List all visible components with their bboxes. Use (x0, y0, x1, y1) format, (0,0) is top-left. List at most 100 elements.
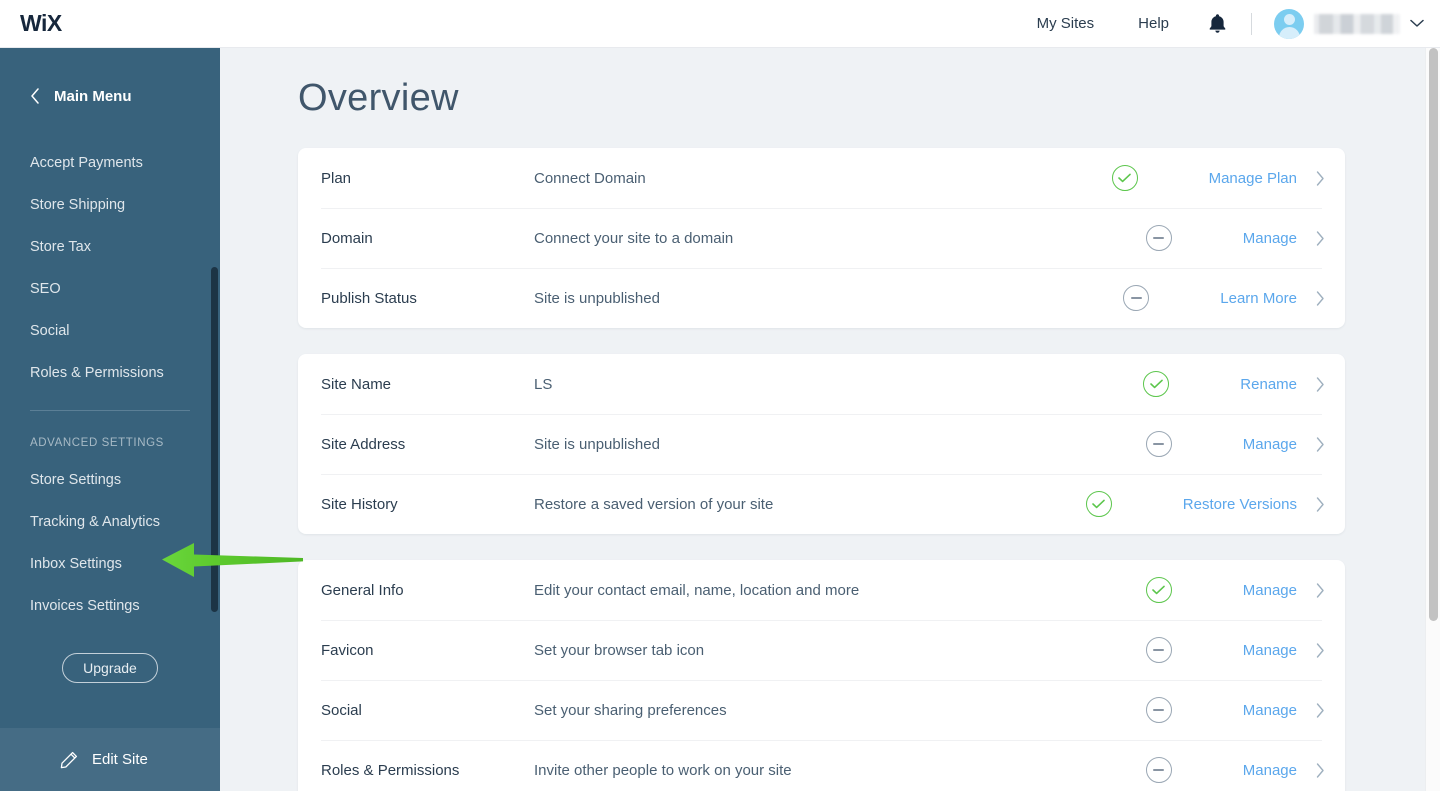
table-row[interactable]: Social Set your sharing preferences Mana… (298, 680, 1345, 740)
upgrade-button[interactable]: Upgrade (62, 653, 158, 683)
restore-versions-link[interactable]: Restore Versions (1183, 496, 1297, 513)
upgrade-button-wrap: Upgrade (0, 653, 220, 683)
edit-site-button[interactable]: Edit Site (0, 728, 220, 791)
status-complete-icon (1111, 165, 1138, 191)
wix-logo[interactable]: WiX (20, 10, 62, 37)
status-complete-icon (1145, 577, 1172, 603)
status-complete-icon (1143, 371, 1170, 397)
row-value: Site is unpublished (534, 289, 660, 307)
status-pending-icon (1145, 431, 1172, 457)
row-value: Set your browser tab icon (534, 641, 705, 659)
table-row[interactable]: Site Address Site is unpublished Manage (298, 414, 1345, 474)
sidebar-item-social[interactable]: Social (0, 310, 220, 352)
learn-more-link[interactable]: Learn More (1220, 290, 1297, 307)
top-bar: WiX My Sites Help (0, 0, 1440, 48)
status-pending-icon (1123, 285, 1150, 311)
row-status (1120, 371, 1240, 397)
row-action[interactable]: Rename (1240, 376, 1345, 393)
row-action[interactable]: Manage Plan (1209, 170, 1345, 187)
sidebar-back-label: Main Menu (54, 87, 132, 105)
table-row[interactable]: General Info Edit your contact email, na… (298, 560, 1345, 620)
sidebar-section-advanced-settings: ADVANCED SETTINGS (30, 437, 164, 449)
table-row[interactable]: Site Name LS Rename (298, 354, 1345, 414)
row-action[interactable]: Manage (1243, 582, 1345, 599)
chevron-right-icon (1316, 582, 1325, 598)
row-value: Restore a saved version of your site (534, 495, 774, 513)
row-label: Site History (321, 495, 398, 513)
sidebar-advanced-nav-list: Store Settings Tracking & Analytics Inbo… (0, 459, 220, 627)
avatar-head (1283, 13, 1295, 25)
manage-plan-link[interactable]: Manage Plan (1209, 170, 1297, 187)
sidebar-item-store-settings[interactable]: Store Settings (0, 459, 220, 501)
sidebar-item-accept-payments[interactable]: Accept Payments (0, 142, 220, 184)
dash-glyph (1153, 237, 1165, 239)
table-row[interactable]: Favicon Set your browser tab icon Manage (298, 620, 1345, 680)
bell-icon[interactable] (1205, 12, 1229, 36)
row-status (1063, 491, 1183, 517)
row-value: LS (534, 375, 553, 393)
manage-link[interactable]: Manage (1243, 702, 1297, 719)
row-action[interactable]: Manage (1243, 702, 1345, 719)
sidebar-item-roles-permissions[interactable]: Roles & Permissions (0, 352, 220, 394)
row-value: Connect your site to a domain (534, 229, 734, 247)
row-action[interactable]: Manage (1243, 230, 1345, 247)
status-pending-icon (1145, 757, 1172, 783)
dash-glyph (1130, 297, 1142, 299)
avatar-body (1278, 26, 1300, 39)
sidebar-back-to-main-menu[interactable]: Main Menu (0, 74, 220, 118)
rename-link[interactable]: Rename (1240, 376, 1297, 393)
table-row[interactable]: Domain Connect your site to a domain Man… (298, 208, 1345, 268)
main-content: Overview Plan Connect Domain Manage Plan (220, 48, 1440, 791)
row-status (1123, 757, 1243, 783)
row-label: Plan (321, 169, 352, 187)
manage-link[interactable]: Manage (1243, 436, 1297, 453)
status-pending-icon (1145, 225, 1172, 251)
top-bar-divider (1251, 12, 1252, 35)
status-complete-icon (1085, 491, 1112, 517)
row-value: Site is unpublished (534, 435, 660, 453)
manage-link[interactable]: Manage (1243, 762, 1297, 779)
table-row[interactable]: Publish Status Site is unpublished Learn… (298, 268, 1345, 328)
row-action[interactable]: Manage (1243, 762, 1345, 779)
dash-glyph (1153, 709, 1165, 711)
avatar[interactable] (1274, 8, 1304, 39)
row-status (1123, 577, 1243, 603)
table-row[interactable]: Site History Restore a saved version of … (298, 474, 1345, 534)
manage-link[interactable]: Manage (1243, 230, 1297, 247)
table-row[interactable]: Roles & Permissions Invite other people … (298, 740, 1345, 791)
sidebar-item-inbox-settings[interactable]: Inbox Settings (0, 543, 220, 585)
chevron-down-icon[interactable] (1410, 19, 1424, 28)
manage-link[interactable]: Manage (1243, 642, 1297, 659)
row-status (1100, 285, 1220, 311)
sidebar-item-invoices-settings[interactable]: Invoices Settings (0, 585, 220, 627)
status-pending-icon (1145, 697, 1172, 723)
row-status (1123, 225, 1243, 251)
row-action[interactable]: Restore Versions (1183, 496, 1345, 513)
sidebar-item-seo[interactable]: SEO (0, 268, 220, 310)
page-title: Overview (298, 77, 459, 119)
table-row[interactable]: Plan Connect Domain Manage Plan (298, 148, 1345, 208)
row-value: Set your sharing preferences (534, 701, 727, 719)
dash-glyph (1153, 649, 1165, 651)
sidebar-nav-list: Accept Payments Store Shipping Store Tax… (0, 142, 220, 394)
row-label: Social (321, 701, 362, 719)
row-action[interactable]: Learn More (1220, 290, 1345, 307)
page-scrollbar-track[interactable] (1425, 48, 1440, 791)
my-sites-link[interactable]: My Sites (1037, 15, 1095, 32)
chevron-right-icon (1316, 436, 1325, 452)
row-action[interactable]: Manage (1243, 436, 1345, 453)
sidebar-item-store-shipping[interactable]: Store Shipping (0, 184, 220, 226)
dash-glyph (1153, 443, 1165, 445)
sidebar-scrollbar[interactable] (211, 267, 218, 612)
sidebar-item-tracking-analytics[interactable]: Tracking & Analytics (0, 501, 220, 543)
page-scrollbar-thumb[interactable] (1429, 48, 1438, 621)
row-value: Invite other people to work on your site (534, 761, 792, 779)
help-link[interactable]: Help (1138, 15, 1169, 32)
row-label: Roles & Permissions (321, 761, 460, 779)
row-label: Domain (321, 229, 373, 247)
row-action[interactable]: Manage (1243, 642, 1345, 659)
chevron-left-icon (30, 88, 40, 104)
manage-link[interactable]: Manage (1243, 582, 1297, 599)
row-label: Favicon (321, 641, 374, 659)
sidebar-item-store-tax[interactable]: Store Tax (0, 226, 220, 268)
